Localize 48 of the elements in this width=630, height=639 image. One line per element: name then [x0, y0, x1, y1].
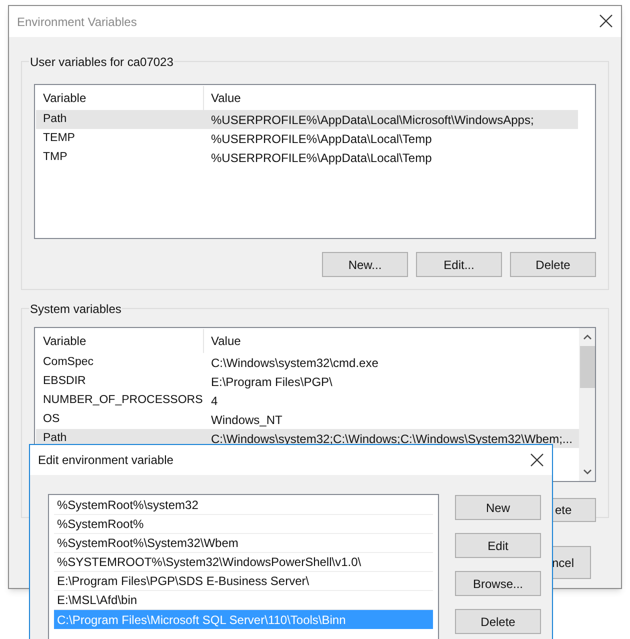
variable-value: Windows_NT [210, 412, 284, 428]
variable-value: %USERPROFILE%\AppData\Local\Microsoft\WindowsApps; [210, 112, 535, 128]
column-header[interactable]: Value [204, 86, 578, 110]
column-header[interactable]: Variable [36, 329, 204, 353]
path-entry[interactable]: E:\Program Files\PGP\SDS E-Business Server\ [54, 572, 433, 591]
scroll-up-icon[interactable] [582, 334, 592, 340]
variable-value: 4 [210, 392, 219, 410]
path-entry[interactable]: %SystemRoot%\System32\Wbem [54, 534, 433, 553]
path-entry[interactable]: %SystemRoot%\system32 [54, 496, 433, 515]
close-icon[interactable] [530, 453, 544, 467]
variable-row[interactable]: TEMP %USERPROFILE%\AppData\Local\Temp [36, 129, 578, 148]
variable-button[interactable]: Edit... [416, 252, 502, 277]
dialog-title: Edit environment variable [38, 452, 174, 469]
variable-value: C:\Windows\system32\cmd.exe [210, 354, 380, 372]
variable-name: ComSpec [42, 354, 94, 370]
variable-row[interactable]: NUMBER_OF_PROCESSORS 4 [36, 391, 580, 410]
dialog-button[interactable]: Edit [455, 533, 541, 558]
variable-value: %USERPROFILE%\AppData\Local\Temp [210, 150, 433, 166]
variable-value: %USERPROFILE%\AppData\Local\Temp [210, 130, 433, 148]
scroll-down-icon[interactable] [582, 469, 592, 475]
dialog-button[interactable]: New [455, 495, 541, 520]
variable-value: C:\Windows\system32;C:\Windows;C:\Windows\System32\Wbem;... [210, 430, 574, 448]
path-entry[interactable]: %SYSTEMROOT%\System32\WindowsPowerShell\v1.0\ [54, 553, 433, 572]
variable-row[interactable]: EBSDIR E:\Program Files\PGP\ [36, 372, 580, 391]
variable-row[interactable]: TMP %USERPROFILE%\AppData\Local\Temp [36, 148, 578, 167]
variable-name: TEMP [42, 130, 76, 146]
close-icon[interactable] [599, 14, 613, 28]
variable-row[interactable]: Path %USERPROFILE%\AppData\Local\Microsoft\WindowsApps; [36, 110, 578, 129]
variable-button[interactable]: Delete [510, 252, 596, 277]
partly-hidden-button[interactable]: ete [552, 498, 596, 522]
window-title: Environment Variables [17, 14, 137, 30]
variable-name: TMP [42, 150, 68, 165]
scrollbar[interactable] [579, 328, 595, 481]
variable-name: Path [42, 112, 68, 127]
variable-row[interactable]: OS Windows_NT [36, 410, 580, 429]
scroll-thumb[interactable] [580, 346, 595, 388]
variable-name: OS [42, 412, 61, 427]
dialog-button[interactable]: Delete [455, 609, 541, 634]
partly-hidden-cancel-button[interactable]: ncel [551, 546, 591, 579]
variable-row[interactable]: ComSpec C:\Windows\system32\cmd.exe [36, 353, 580, 372]
variable-name: Path [42, 430, 68, 446]
variable-name: NUMBER_OF_PROCESSORS [42, 392, 204, 408]
path-entry[interactable]: %SystemRoot% [54, 515, 433, 534]
variable-name: EBSDIR [42, 374, 87, 389]
column-header[interactable]: Value [204, 329, 580, 353]
variable-button[interactable]: New... [322, 252, 408, 277]
dialog-button[interactable]: Browse... [455, 571, 541, 596]
variable-value: E:\Program Files\PGP\ [210, 374, 334, 390]
